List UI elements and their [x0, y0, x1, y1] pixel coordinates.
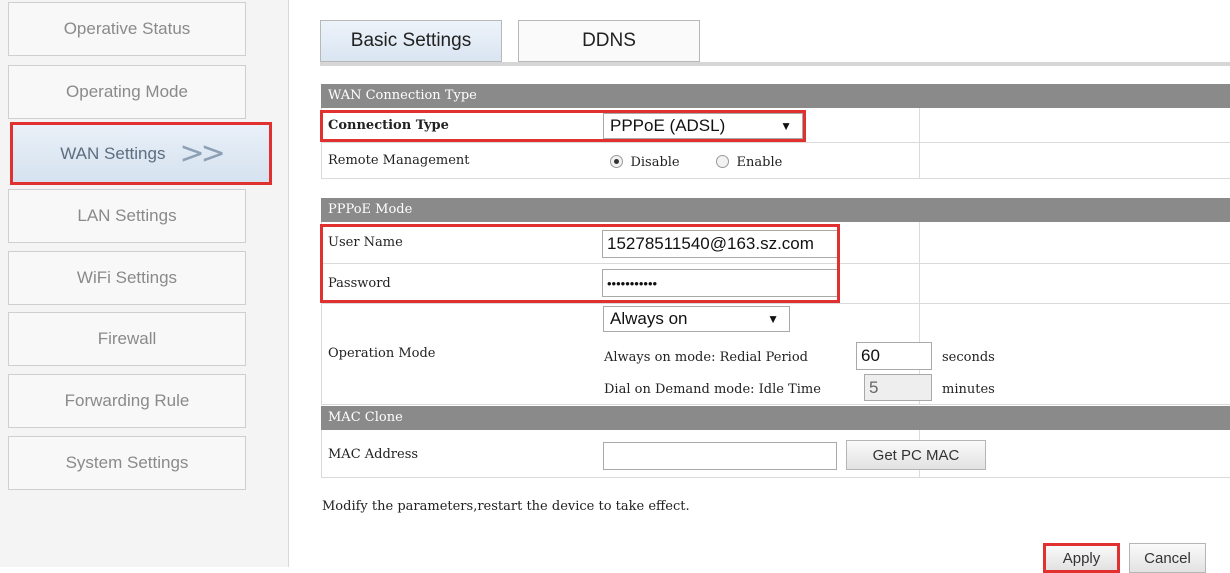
- username-row: User Name 15278511540@163.sz.com: [321, 222, 1230, 264]
- password-row: Password •••••••••••: [321, 264, 1230, 304]
- sidebar-item-label: Forwarding Rule: [64, 391, 190, 410]
- radio-disable-label: Disable: [630, 155, 680, 170]
- mac-address-label: MAC Address: [328, 447, 419, 462]
- sidebar-item-label: WAN Settings: [60, 143, 166, 163]
- idle-time-input[interactable]: 5: [864, 374, 932, 401]
- connection-type-label: Connection Type: [328, 118, 449, 133]
- dropdown-arrow-icon: ▼: [767, 312, 779, 326]
- redial-unit-label: seconds: [942, 350, 995, 365]
- operation-mode-select[interactable]: Always on ▼: [603, 306, 790, 332]
- idle-unit-label: minutes: [942, 382, 995, 397]
- username-input[interactable]: 15278511540@163.sz.com: [602, 230, 838, 258]
- dropdown-arrow-icon: ▼: [780, 119, 792, 133]
- sidebar-item-operating-mode[interactable]: Operating Mode: [8, 65, 246, 119]
- connection-type-value: PPPoE (ADSL): [610, 116, 726, 135]
- password-label: Password: [328, 276, 391, 291]
- sidebar-item-label: Firewall: [97, 329, 157, 348]
- tab-basic-settings[interactable]: Basic Settings: [320, 20, 502, 62]
- sidebar-item-operative-status[interactable]: Operative Status: [8, 2, 246, 56]
- sidebar-item-label: WiFi Settings: [76, 268, 178, 287]
- sidebar-item-wifi-settings[interactable]: WiFi Settings: [8, 251, 246, 305]
- username-label: User Name: [328, 235, 403, 250]
- radio-enable-label: Enable: [736, 155, 783, 170]
- connection-type-row: Connection Type PPPoE (ADSL) ▼: [321, 108, 1230, 143]
- tab-divider: [320, 62, 1230, 66]
- remote-management-options: Disable Enable: [610, 153, 782, 171]
- mac-address-input[interactable]: [603, 442, 837, 470]
- sidebar-item-label: LAN Settings: [77, 206, 177, 225]
- column-divider: [919, 108, 920, 143]
- mac-address-row: MAC Address Get PC MAC: [321, 430, 1230, 478]
- sidebar-item-label: Operative Status: [63, 19, 191, 38]
- sidebar-item-label: System Settings: [65, 453, 189, 472]
- tab-ddns[interactable]: DDNS: [518, 20, 700, 62]
- restart-note: Modify the parameters,restart the device…: [322, 499, 690, 514]
- remote-management-row: Remote Management Disable Enable: [321, 143, 1230, 179]
- operation-mode-value: Always on: [610, 309, 688, 328]
- column-divider: [919, 143, 920, 179]
- section-header-pppoe-mode: PPPoE Mode: [321, 198, 1230, 222]
- redial-period-label: Always on mode: Redial Period: [604, 350, 808, 365]
- redial-period-input[interactable]: 60: [856, 342, 932, 370]
- password-input[interactable]: •••••••••••: [602, 269, 838, 297]
- operation-mode-row: Operation Mode Always on ▼ Always on mod…: [321, 304, 1230, 405]
- sidebar-item-forwarding-rule[interactable]: Forwarding Rule: [8, 374, 246, 428]
- sidebar-item-lan-settings[interactable]: LAN Settings: [8, 189, 246, 243]
- double-chevron-right-icon: >>: [179, 136, 225, 171]
- section-header-mac-clone: MAC Clone: [321, 406, 1230, 430]
- sidebar-item-label: Operating Mode: [66, 82, 188, 101]
- idle-time-label: Dial on Demand mode: Idle Time: [604, 382, 821, 397]
- sidebar: Operative Status Operating Mode WAN Sett…: [0, 0, 289, 567]
- apply-button[interactable]: Apply: [1043, 543, 1120, 573]
- sidebar-item-firewall[interactable]: Firewall: [8, 312, 246, 366]
- get-pc-mac-button[interactable]: Get PC MAC: [846, 440, 986, 470]
- operation-mode-label: Operation Mode: [328, 346, 436, 361]
- section-header-wan-connection-type: WAN Connection Type: [321, 84, 1230, 108]
- sidebar-item-wan-settings[interactable]: WAN Settings >>: [10, 122, 272, 185]
- radio-enable[interactable]: [716, 155, 730, 169]
- sidebar-item-system-settings[interactable]: System Settings: [8, 436, 246, 490]
- column-divider: [919, 264, 920, 304]
- column-divider: [919, 222, 920, 264]
- connection-type-select[interactable]: PPPoE (ADSL) ▼: [603, 113, 803, 139]
- cancel-button[interactable]: Cancel: [1129, 543, 1206, 573]
- radio-disable[interactable]: [610, 155, 623, 169]
- remote-management-label: Remote Management: [328, 153, 470, 168]
